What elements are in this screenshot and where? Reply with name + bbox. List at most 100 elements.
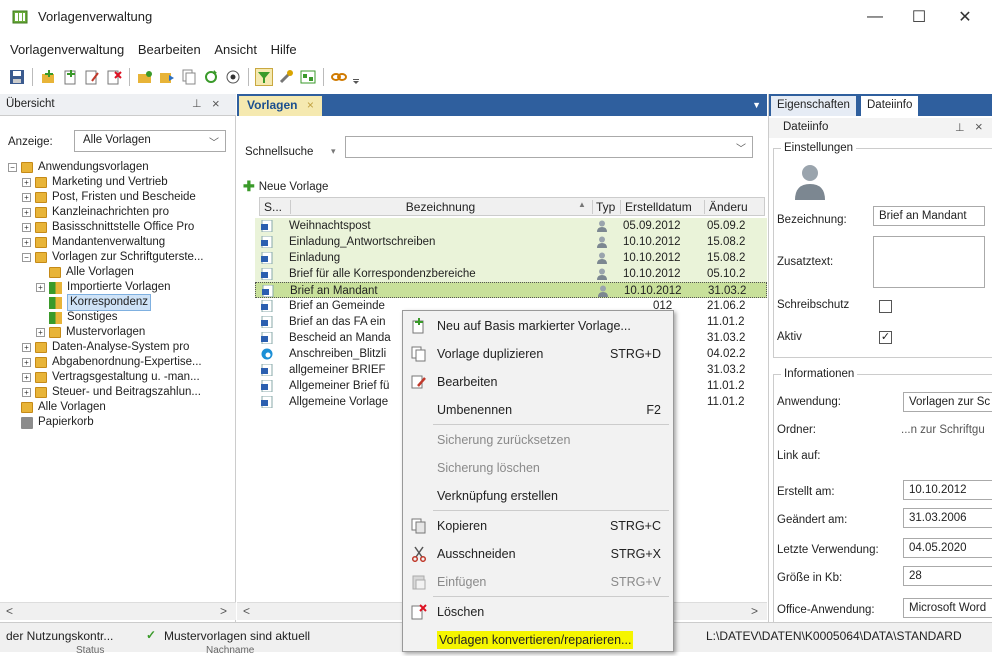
expand-icon[interactable]: + [36, 283, 45, 292]
expand-icon[interactable]: + [22, 373, 31, 382]
left-hscrollbar[interactable]: < > [0, 602, 236, 620]
context-menu-item[interactable]: Verknüpfung erstellen [403, 483, 673, 509]
tree-item[interactable]: Korrespondenz [8, 294, 234, 311]
tree-item-label: Abgabenordnung-Expertise... [52, 356, 202, 368]
tree-item[interactable]: + Importierte Vorlagen [8, 280, 234, 295]
expand-icon[interactable]: + [22, 343, 31, 352]
overview-header: Übersicht ⊥ × [0, 94, 236, 116]
expand-icon[interactable]: + [22, 388, 31, 397]
collapse-icon[interactable]: − [22, 253, 31, 262]
aktiv-checkbox[interactable]: ✓ [879, 331, 892, 344]
expand-icon[interactable]: + [22, 208, 31, 217]
collapse-icon[interactable]: − [8, 163, 17, 172]
new-template-link[interactable]: ✚ Neue Vorlage [243, 178, 328, 195]
delete-template-icon[interactable] [105, 68, 123, 86]
col-erstelldatum[interactable]: Erstelldatum [620, 200, 692, 214]
table-row[interactable]: Einladung 10.10.2012 15.08.2 [255, 250, 767, 266]
tab-vorlagen[interactable]: Vorlagen × [239, 96, 322, 116]
tree-item[interactable]: Alle Vorlagen [8, 265, 234, 280]
preview-icon[interactable] [224, 68, 242, 86]
context-menu-item[interactable]: Ausschneiden STRG+X [403, 541, 673, 567]
close-panel-icon[interactable]: × [212, 96, 220, 111]
expand-icon[interactable]: + [22, 238, 31, 247]
context-menu-item[interactable]: Umbenennen F2 [403, 397, 673, 423]
link-auf-label: Link auf: [777, 450, 821, 462]
tree-item[interactable]: + Kanzleinachrichten pro [8, 205, 234, 220]
expand-icon[interactable]: + [22, 193, 31, 202]
table-row[interactable]: Brief an Mandant 10.10.2012 31.03.2 [255, 282, 767, 298]
table-row[interactable]: Brief für alle Korrespondenzbereiche 10.1… [255, 266, 767, 282]
tab-eigenschaften[interactable]: Eigenschaften [771, 96, 856, 116]
col-aenderung[interactable]: Änderu [704, 200, 748, 214]
tree-item[interactable]: Papierkorb [8, 415, 234, 430]
tree-item[interactable]: + Daten-Analyse-System pro [8, 340, 234, 355]
tab-dateiinfo[interactable]: Dateiinfo [861, 96, 919, 116]
minimize-button[interactable]: — [852, 0, 898, 34]
context-menu-item[interactable]: Bearbeiten [403, 369, 673, 395]
tree-item[interactable]: + Basisschnittstelle Office Pro [8, 220, 234, 235]
tab-list-chevron-icon[interactable]: ▼ [752, 100, 761, 110]
search-dropdown-icon[interactable]: ﹀ [736, 140, 746, 155]
search-input[interactable]: ﹀ [345, 136, 753, 158]
folder-add-icon[interactable] [136, 68, 154, 86]
new-folder-icon[interactable] [39, 68, 57, 86]
close-button[interactable]: ✕ [942, 0, 988, 34]
col-bezeichnung[interactable]: Bezeichnung [290, 200, 590, 214]
tree-item[interactable]: Sonstiges [8, 310, 234, 325]
word-document-icon [261, 268, 273, 280]
schnellsuche-chevron-icon[interactable]: ▾ [331, 146, 336, 157]
context-menu-item[interactable]: Vorlage duplizieren STRG+D [403, 341, 673, 367]
menu-hilfe[interactable]: Hilfe [271, 42, 297, 57]
scroll-left-icon[interactable]: < [6, 604, 13, 618]
tree-item[interactable]: + Mustervorlagen [8, 325, 234, 340]
menu-bar: Vorlagenverwaltung Bearbeiten Ansicht Hi… [0, 42, 299, 62]
pin-icon[interactable]: ⊥ [955, 121, 965, 134]
menu-vorlagenverwaltung[interactable]: Vorlagenverwaltung [10, 42, 124, 57]
layout-icon[interactable] [299, 68, 317, 86]
zusatztext-field[interactable] [873, 236, 985, 288]
scroll-right-icon[interactable]: > [751, 604, 758, 618]
refresh-icon[interactable] [202, 68, 220, 86]
scroll-left-icon[interactable]: < [243, 604, 250, 618]
new-template-icon[interactable] [61, 68, 79, 86]
context-menu-item[interactable]: Löschen [403, 599, 673, 625]
tree-item[interactable]: − Vorlagen zur Schriftguterste... [8, 250, 234, 265]
expand-icon[interactable]: + [22, 358, 31, 367]
bezeichnung-field[interactable]: Brief an Mandant [873, 206, 985, 226]
anzeige-dropdown[interactable]: Alle Vorlagen ﹀ [74, 130, 226, 152]
maximize-button[interactable]: ☐ [896, 0, 942, 34]
tree-item[interactable]: + Vertragsgestaltung u. -man... [8, 370, 234, 385]
menu-bearbeiten[interactable]: Bearbeiten [138, 42, 201, 57]
schreibschutz-checkbox[interactable] [879, 300, 892, 313]
menu-ansicht[interactable]: Ansicht [214, 42, 257, 57]
table-row[interactable]: Weihnachtspost 05.09.2012 05.09.2 [255, 218, 767, 234]
scroll-right-icon[interactable]: > [220, 604, 227, 618]
tree-item[interactable]: + Post, Fristen und Bescheide [8, 190, 234, 205]
expand-icon[interactable]: + [22, 178, 31, 187]
col-status[interactable]: S... [264, 200, 282, 214]
close-panel-icon[interactable]: × [975, 119, 983, 134]
context-menu-item[interactable]: Neu auf Basis markierter Vorlage... [403, 313, 673, 339]
folder-move-icon[interactable] [158, 68, 176, 86]
tree-item[interactable]: + Steuer- und Beitragszahlun... [8, 385, 234, 400]
col-typ[interactable]: Typ [592, 200, 615, 214]
toolbar-overflow-icon[interactable] [352, 68, 360, 86]
tree-item[interactable]: Alle Vorlagen [8, 400, 234, 415]
context-menu-item[interactable]: Kopieren STRG+C [403, 513, 673, 539]
tab-close-icon[interactable]: × [307, 98, 314, 112]
filter-icon[interactable] [255, 68, 273, 86]
save-icon[interactable] [8, 68, 26, 86]
edit-template-icon[interactable] [83, 68, 101, 86]
tools-icon[interactable] [277, 68, 295, 86]
pin-icon[interactable]: ⊥ [192, 97, 202, 110]
link-icon[interactable] [330, 68, 348, 86]
tree-item[interactable]: + Mandantenverwaltung [8, 235, 234, 250]
table-row[interactable]: Einladung_Antwortschreiben 10.10.2012 15.0… [255, 234, 767, 250]
expand-icon[interactable]: + [22, 223, 31, 232]
tree-item[interactable]: + Abgabenordnung-Expertise... [8, 355, 234, 370]
tree-item[interactable]: + Marketing und Vertrieb [8, 175, 234, 190]
context-menu-item[interactable]: Vorlagen konvertieren/reparieren... [403, 627, 673, 653]
expand-icon[interactable]: + [36, 328, 45, 337]
tree-item[interactable]: − Anwendungsvorlagen [8, 160, 234, 175]
copy-template-icon[interactable] [180, 68, 198, 86]
